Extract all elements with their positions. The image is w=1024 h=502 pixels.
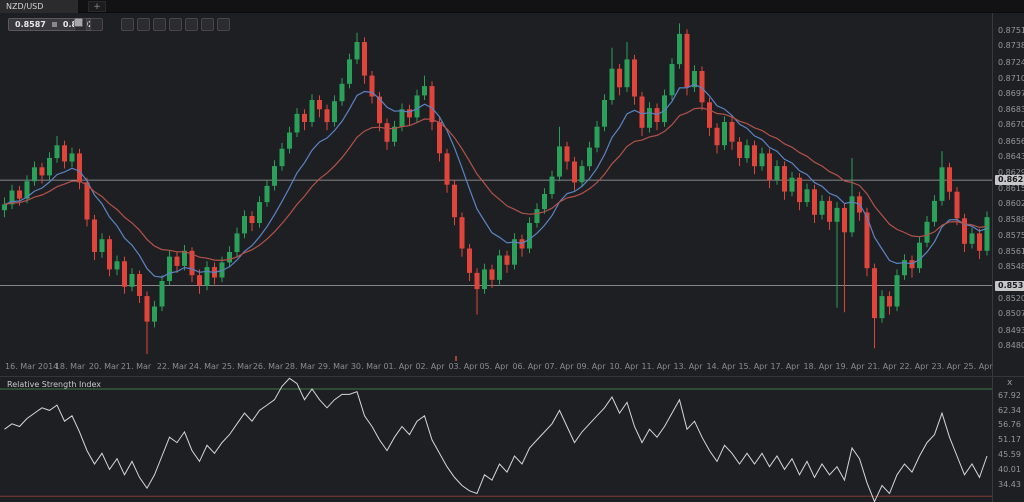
time-tick: 30. Mar: [351, 362, 381, 371]
time-tick: 14. Apr: [706, 362, 735, 371]
time-tick: 23. Apr: [931, 362, 960, 371]
price-tick: 0.8561: [998, 247, 1024, 256]
cursor-mode-button[interactable]: [121, 18, 134, 31]
rsi-tick: 62.34: [998, 406, 1021, 415]
time-tick: 29. Mar: [318, 362, 348, 371]
price-tick: 0.8615: [998, 184, 1024, 193]
main-price-chart[interactable]: [0, 13, 992, 356]
trading-app-window: NZD/USD + 0.8587 0.8592: [0, 0, 1024, 502]
time-tick: 26. Mar: [253, 362, 283, 371]
time-tick: 02. Apr: [415, 362, 444, 371]
rsi-tick: 56.76: [998, 420, 1021, 429]
price-tick: 0.8697: [998, 89, 1024, 98]
settings-icon: [74, 18, 83, 27]
time-tick: 07. Apr: [544, 362, 573, 371]
edit-button[interactable]: [201, 18, 214, 31]
axis-marker: [455, 356, 457, 361]
price-tick: 0.8575: [998, 231, 1024, 240]
time-axis[interactable]: 16. Mar 201418. Mar 20. Mar21. Mar 22. Mar…: [0, 356, 992, 376]
bid-price: 0.8587: [15, 20, 46, 29]
price-tick: 0.8670: [998, 120, 1024, 129]
price-level-badge: 0.8531: [995, 281, 1024, 291]
time-tick: 28. Mar: [285, 362, 315, 371]
time-tick: 18. Mar: [55, 362, 85, 371]
time-tick: 03. Apr: [448, 362, 477, 371]
time-tick: 17. Apr: [770, 362, 799, 371]
time-tick: 05. Apr: [479, 362, 508, 371]
time-tick: 21. Mar: [121, 362, 151, 371]
price-tick: 0.8520: [998, 294, 1024, 303]
time-tick: 25. Apr: [963, 362, 992, 371]
time-tick: 15. Apr: [738, 362, 767, 371]
rsi-tick: 67.92: [998, 391, 1021, 400]
rsi-close-button[interactable]: x: [1007, 378, 1012, 388]
settings-button[interactable]: [217, 18, 230, 31]
rsi-tick: 45.59: [998, 450, 1021, 459]
time-tick: 18. Apr: [803, 362, 832, 371]
indicators-button[interactable]: [153, 18, 166, 31]
spread-separator-icon: [52, 22, 57, 27]
price-axis[interactable]: 0.8751 0.8738 0.8724 0.8710 0.8697 0.8683 0.86…: [992, 13, 1024, 376]
rsi-chart[interactable]: [0, 377, 992, 502]
time-tick: 19. Apr: [835, 362, 864, 371]
time-tick: 11. Apr: [641, 362, 670, 371]
price-tick: 0.8588: [998, 215, 1024, 224]
symbol-tab[interactable]: NZD/USD: [0, 0, 78, 13]
price-tick: 0.8683: [998, 105, 1024, 114]
chart-toolbar: [74, 18, 230, 32]
time-tick: 20. Mar: [89, 362, 119, 371]
rsi-axis[interactable]: 67.92 62.34 56.76 51.17 45.59 40.01 34.43: [992, 377, 1024, 502]
time-tick: 09. Apr: [576, 362, 605, 371]
zoom-out-button[interactable]: [90, 18, 103, 31]
new-tab-button[interactable]: +: [88, 1, 106, 12]
price-tick: 0.8656: [998, 137, 1024, 146]
price-level-badge: 0.8622: [995, 175, 1024, 185]
time-tick: 24. Mar: [189, 362, 219, 371]
price-tick: 0.8548: [998, 262, 1024, 271]
price-tick: 0.8738: [998, 41, 1024, 50]
rsi-tick: 40.01: [998, 465, 1021, 474]
rsi-tick: 51.17: [998, 435, 1021, 444]
rsi-panel[interactable]: Relative Strength Index x 67.92 62.34 56.7…: [0, 376, 1024, 502]
time-tick: 10. Apr: [609, 362, 638, 371]
chart-type-button[interactable]: [137, 18, 150, 31]
time-tick: 21. Apr: [867, 362, 896, 371]
time-tick: 13. Apr: [673, 362, 702, 371]
time-tick: 22. Apr: [899, 362, 928, 371]
time-tick: 01. Apr: [383, 362, 412, 371]
price-tick: 0.8751: [998, 26, 1024, 35]
price-tick: 0.8643: [998, 152, 1024, 161]
price-tick: 0.8507: [998, 309, 1024, 318]
expand-button[interactable]: [169, 18, 182, 31]
price-tick: 0.8724: [998, 58, 1024, 67]
price-tick: 0.8710: [998, 74, 1024, 83]
tab-bar: NZD/USD +: [0, 0, 1024, 13]
price-tick: 0.8480: [998, 341, 1024, 350]
rsi-title: Relative Strength Index: [7, 380, 101, 389]
time-tick: 25. Mar: [222, 362, 252, 371]
price-tick: 0.8493: [998, 326, 1024, 335]
tag-button[interactable]: [185, 18, 198, 31]
price-tick: 0.8602: [998, 199, 1024, 208]
time-tick: 06. Apr: [512, 362, 541, 371]
time-tick: 22. Mar: [157, 362, 187, 371]
rsi-tick: 34.43: [998, 480, 1021, 489]
time-tick: 16. Mar 2014: [5, 362, 58, 371]
